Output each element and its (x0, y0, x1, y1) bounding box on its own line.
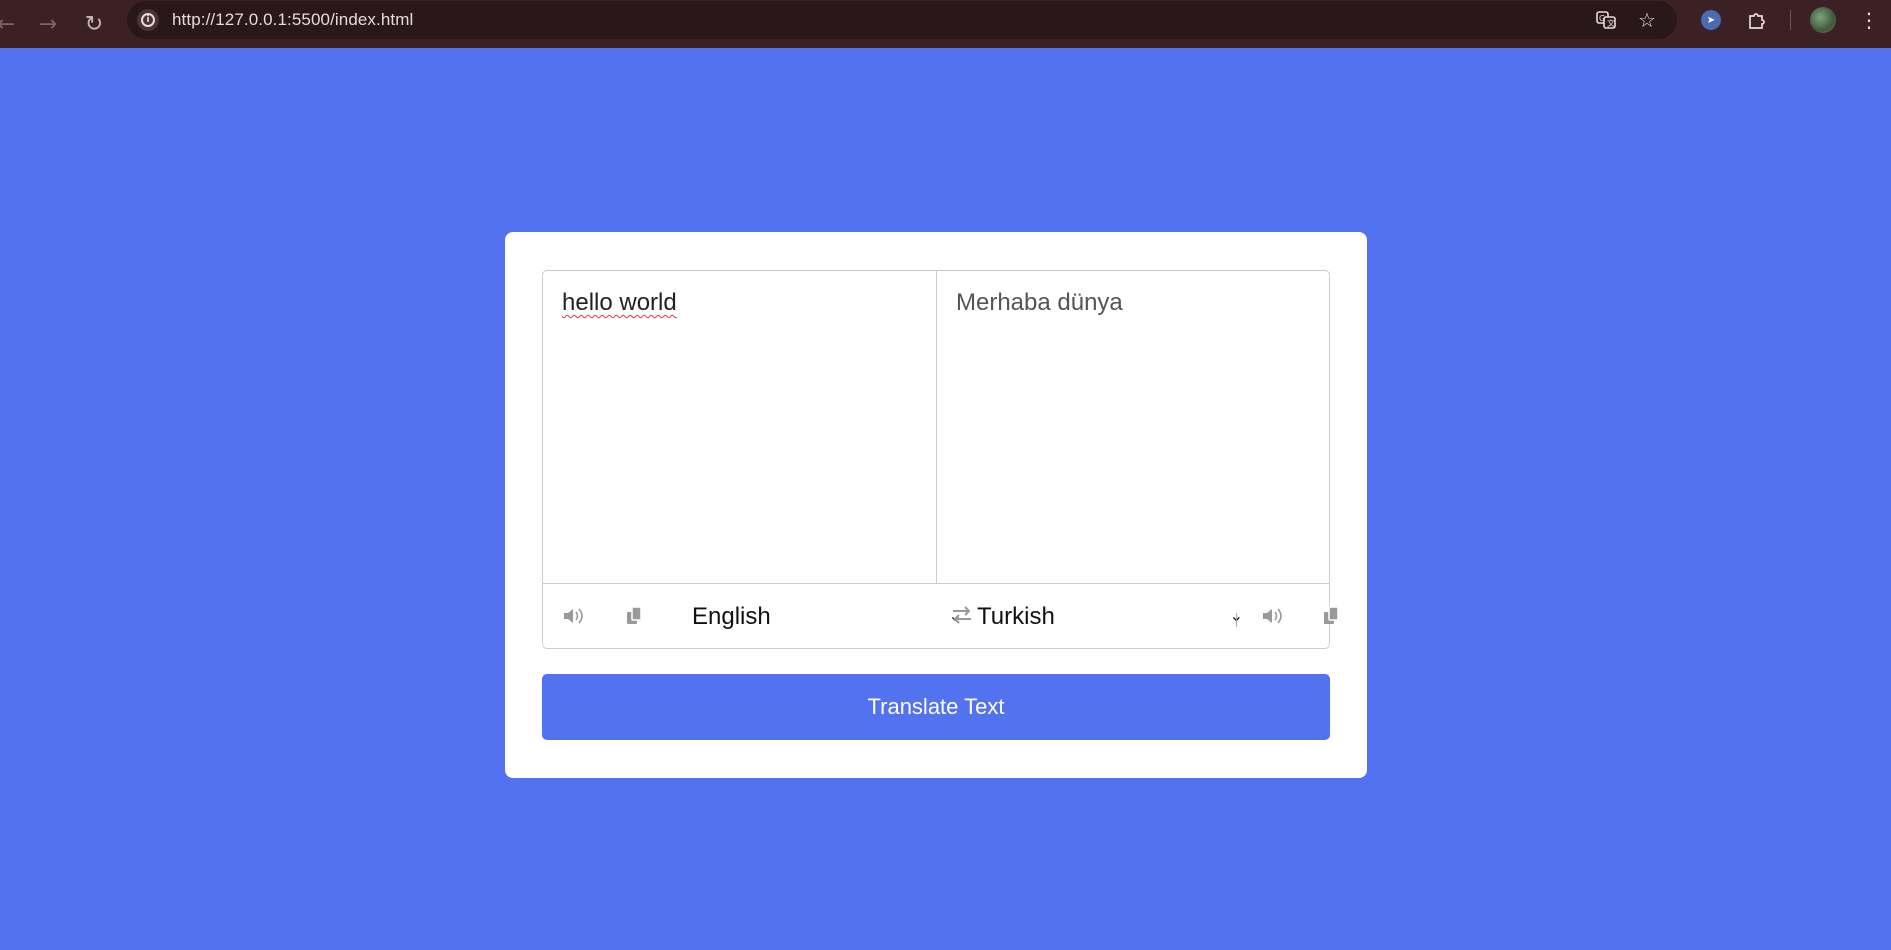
text-input-area: hello world Merhaba dünya (542, 270, 1330, 583)
volume-to-icon[interactable] (1259, 602, 1287, 630)
puzzle-icon[interactable] (1744, 7, 1770, 33)
toolbar-divider (1790, 10, 1791, 30)
from-language-value: English (692, 603, 771, 630)
translator-card: hello world Merhaba dünya English ⌄ Turk… (505, 232, 1367, 778)
svg-text:G: G (1599, 14, 1605, 23)
svg-text:文: 文 (1607, 18, 1615, 28)
avatar[interactable] (1810, 7, 1836, 33)
browser-toolbar: ← → ↻ i http://127.0.0.1:5500/index.html… (0, 0, 1891, 48)
exchange-icon[interactable] (950, 601, 974, 629)
select-divider (1236, 613, 1237, 627)
info-icon[interactable]: i (137, 9, 159, 31)
language-controls: English ⌄ Turkish ⌄ (542, 583, 1339, 649)
copy-from-icon[interactable] (620, 602, 648, 630)
to-language-value: Turkish (977, 603, 1055, 630)
to-language-select[interactable]: Turkish ⌄ (977, 598, 1249, 636)
translate-icon[interactable]: 文G (1594, 9, 1618, 33)
from-text-input[interactable]: hello world (543, 271, 937, 583)
from-text-value: hello world (562, 289, 677, 316)
translate-button[interactable]: Translate Text (542, 674, 1330, 740)
reload-icon[interactable]: ↻ (76, 6, 112, 42)
forward-arrow-icon[interactable]: → (30, 6, 66, 42)
back-arrow-icon[interactable]: ← (0, 6, 24, 42)
copy-to-icon[interactable] (1317, 602, 1345, 630)
url-text[interactable]: http://127.0.0.1:5500/index.html (172, 10, 413, 30)
kebab-menu-icon[interactable]: ⋮ (1856, 7, 1882, 33)
to-text-output[interactable]: Merhaba dünya (937, 271, 1329, 583)
from-language-select[interactable]: English ⌄ (692, 598, 962, 636)
address-bar[interactable]: i http://127.0.0.1:5500/index.html 文G ☆ (127, 1, 1677, 39)
star-icon[interactable]: ☆ (1635, 9, 1659, 33)
volume-from-icon[interactable] (560, 602, 588, 630)
cursor-extension-icon[interactable]: ➤ (1698, 7, 1724, 33)
